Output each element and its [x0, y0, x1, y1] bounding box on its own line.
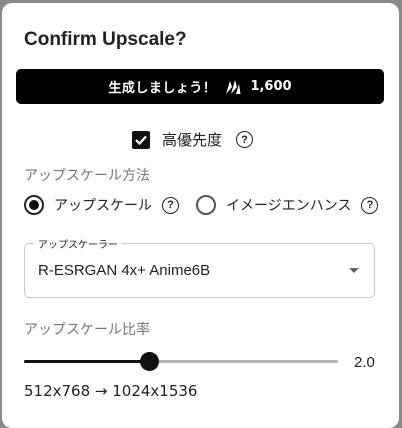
generate-button-label: 生成しましょう！ — [108, 81, 217, 96]
radio-upscale-label: アップスケール — [54, 198, 152, 214]
upscale-method-options: アップスケール ? イメージエンハンス ? — [24, 195, 379, 215]
slider-fill — [24, 360, 150, 363]
dialog-title: Confirm Upscale? — [24, 29, 187, 50]
radio-image-enhance-label: イメージエンハンス — [226, 198, 352, 214]
upscaler-value: R-ESRGAN 4x+ Anime6B — [38, 262, 211, 279]
priority-label: 高優先度 — [162, 131, 223, 149]
checkmark-icon — [135, 135, 147, 145]
upscale-method-label: アップスケール方法 — [24, 168, 150, 184]
enhance-help-icon[interactable]: ? — [361, 196, 379, 214]
priority-row: 高優先度 ? — [132, 129, 254, 150]
radio-upscale[interactable] — [24, 195, 44, 215]
resolution-text: 512x768 → 1024x1536 — [24, 382, 198, 400]
radio-image-enhance[interactable] — [196, 195, 216, 215]
upscale-ratio-label: アップスケール比率 — [24, 322, 150, 338]
upscale-help-icon[interactable]: ? — [162, 196, 179, 214]
upscale-ratio-slider[interactable] — [24, 352, 338, 372]
dropdown-arrow-icon — [349, 268, 359, 273]
upscale-ratio-value: 2.0 — [354, 354, 375, 371]
generate-button[interactable]: 生成しましょう！ 1,600 — [16, 69, 384, 104]
priority-help-icon[interactable]: ? — [236, 131, 254, 148]
confirm-upscale-dialog: Confirm Upscale? 生成しましょう！ 1,600 高優先度 ? ア… — [2, 3, 399, 428]
upscaler-select[interactable]: アップスケーラー R-ESRGAN 4x+ Anime6B — [24, 236, 375, 298]
anlas-icon — [224, 78, 242, 96]
upscaler-legend: アップスケーラー — [34, 236, 122, 251]
priority-checkbox[interactable] — [132, 130, 150, 149]
generate-cost: 1,600 — [250, 79, 292, 94]
slider-thumb[interactable] — [140, 352, 160, 371]
